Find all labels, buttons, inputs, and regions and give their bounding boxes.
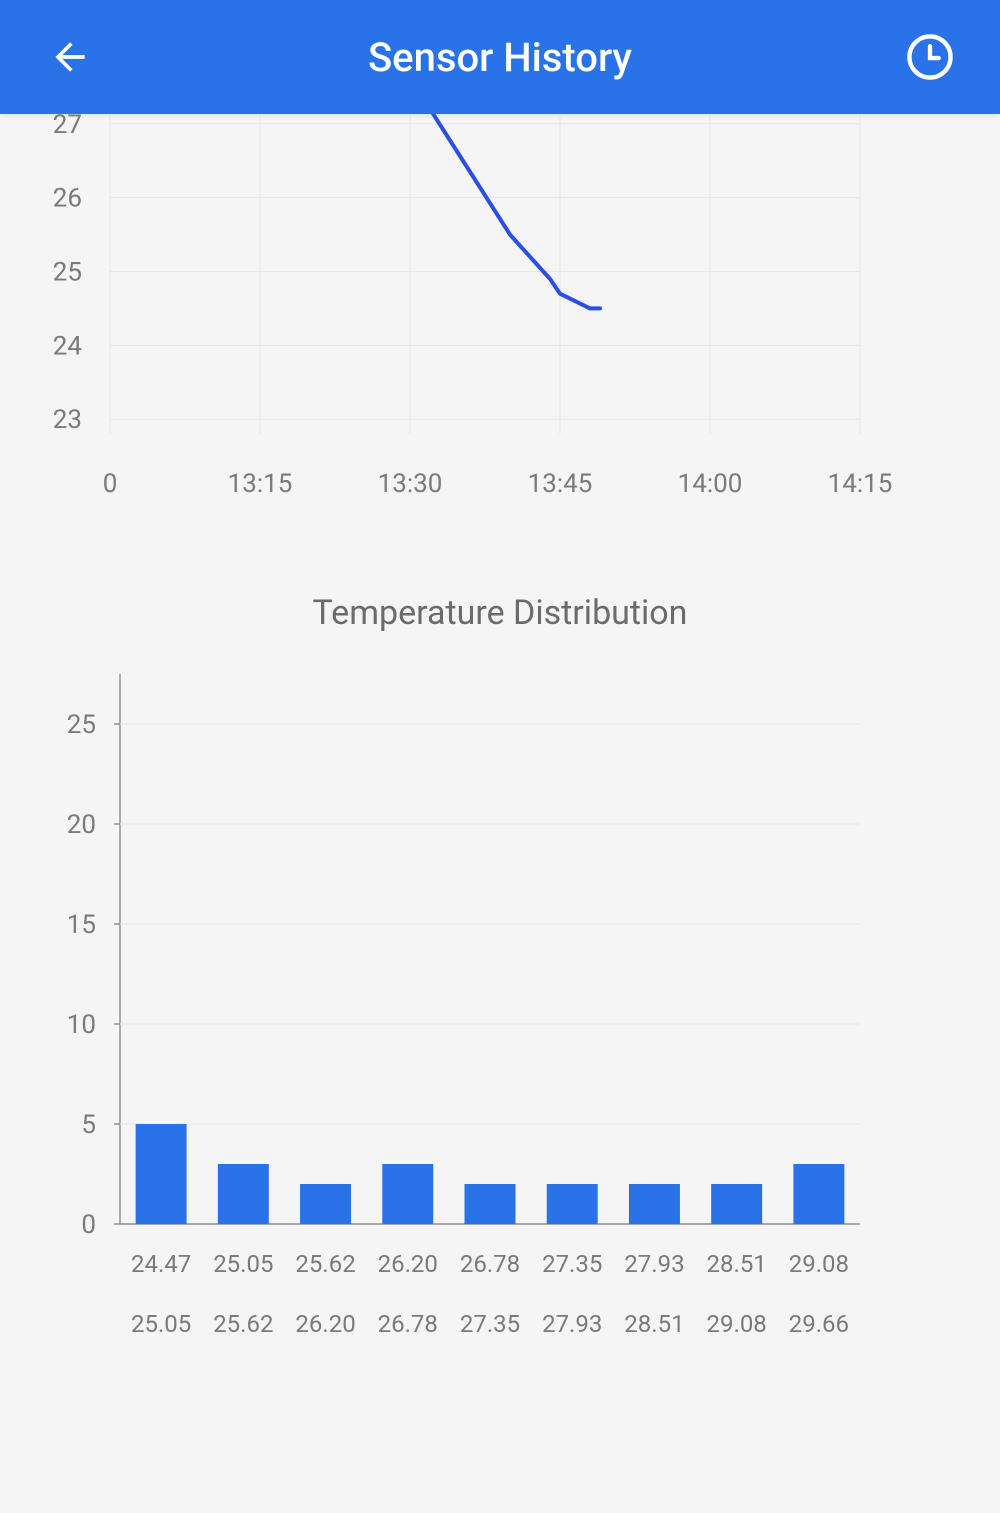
y-tick-label: 25 (67, 710, 96, 740)
x-label-bottom: 29.66 (789, 1310, 849, 1338)
line-chart-svg: 23 24 25 26 27 0 13:15 13:30 13:45 14:00 14:15 (0, 114, 1000, 544)
x-label-bottom: 29.08 (707, 1310, 767, 1338)
y-tick-label: 26 (53, 184, 82, 214)
back-button[interactable] (40, 27, 100, 87)
app-header: Sensor History (0, 0, 1000, 114)
x-label-top: 24.47 (131, 1250, 191, 1278)
bar-chart-svg: Temperature Distribution 0 5 10 15 20 25 24.47 2… (0, 544, 1000, 1513)
x-label-top: 27.35 (542, 1250, 602, 1278)
y-tick-label: 25 (53, 258, 82, 288)
y-tick-label: 10 (67, 1010, 96, 1040)
x-label-top: 25.62 (295, 1250, 355, 1278)
x-label-top: 27.93 (624, 1250, 684, 1278)
x-label-bottom: 27.35 (460, 1310, 520, 1338)
page-title: Sensor History (368, 34, 632, 81)
history-clock-button[interactable] (900, 27, 960, 87)
x-label-bottom: 26.20 (295, 1310, 355, 1338)
y-tick-label: 24 (53, 331, 83, 361)
bar (711, 1184, 762, 1224)
x-label-bottom: 28.51 (624, 1310, 684, 1338)
line-chart: 23 24 25 26 27 0 13:15 13:30 13:45 14:00 14:15 (0, 114, 1000, 544)
arrow-left-icon (48, 35, 92, 79)
x-label-top: 25.05 (213, 1250, 273, 1278)
x-label-top: 28.51 (707, 1250, 767, 1278)
x-label-bottom: 25.62 (213, 1310, 273, 1338)
bar (547, 1184, 598, 1224)
content: 23 24 25 26 27 0 13:15 13:30 13:45 14:00 14:15 Tem… (0, 114, 1000, 1513)
y-tick-label: 0 (81, 1210, 96, 1240)
bar-chart-title: Temperature Distribution (313, 593, 688, 633)
y-tick-label: 27 (53, 114, 82, 140)
x-label-top: 29.08 (789, 1250, 849, 1278)
clock-icon (904, 31, 956, 83)
bar (136, 1124, 187, 1224)
y-tick-label: 23 (53, 405, 82, 435)
bar (218, 1164, 269, 1224)
x-label-bottom: 25.05 (131, 1310, 191, 1338)
bar-chart: Temperature Distribution 0 5 10 15 20 25 24.47 2… (0, 544, 1000, 1513)
x-tick-label: 13:15 (228, 469, 293, 499)
bar (382, 1164, 433, 1224)
temperature-line (430, 114, 600, 308)
x-tick-label: 14:15 (828, 469, 893, 499)
x-tick-label: 14:00 (678, 469, 743, 499)
x-label-top: 26.20 (378, 1250, 438, 1278)
bar (300, 1184, 351, 1224)
bar (793, 1164, 844, 1224)
x-tick-label: 13:45 (528, 469, 593, 499)
x-tick-label: 13:30 (378, 469, 443, 499)
y-tick-label: 15 (67, 910, 96, 940)
y-tick-label: 20 (67, 810, 96, 840)
x-label-bottom: 26.78 (378, 1310, 438, 1338)
x-label-top: 26.78 (460, 1250, 520, 1278)
y-tick-label: 5 (81, 1110, 96, 1140)
bar (629, 1184, 680, 1224)
bar (465, 1184, 516, 1224)
x-label-bottom: 27.93 (542, 1310, 602, 1338)
x-tick-label: 0 (103, 469, 118, 499)
